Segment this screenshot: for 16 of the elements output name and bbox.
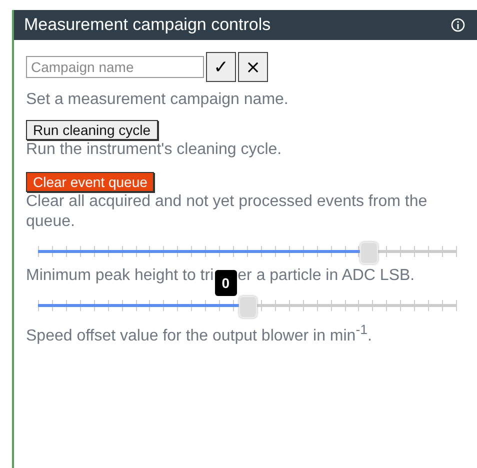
- panel-title: Measurement campaign controls: [24, 15, 271, 35]
- cancel-button[interactable]: ×: [238, 52, 268, 82]
- slider-thumb[interactable]: [360, 242, 378, 264]
- campaign-description: Set a measurement campaign name.: [26, 90, 290, 110]
- action-description: Clear all acquired and not yet processed events from the queue.: [26, 192, 428, 232]
- info-icon[interactable]: [451, 18, 465, 32]
- action-button[interactable]: Run cleaning cycle: [26, 120, 158, 140]
- slider-description: er a particle in ADC LSB.: [238, 266, 415, 286]
- slider-description: Speed offset value for the output blower in min$^{-1}$.: [26, 321, 373, 346]
- clear-queue-button[interactable]: Clear event queue: [26, 172, 154, 192]
- slider-thumb[interactable]: [239, 296, 257, 318]
- value-tooltip: 0: [214, 270, 237, 296]
- confirm-button[interactable]: ✓: [206, 52, 236, 82]
- slider-description: Minimum peak height to tri: [26, 266, 214, 286]
- campaign-name-field[interactable]: Campaign name: [26, 56, 204, 78]
- action-description: Run the instrument's cleaning cycle.: [26, 140, 283, 160]
